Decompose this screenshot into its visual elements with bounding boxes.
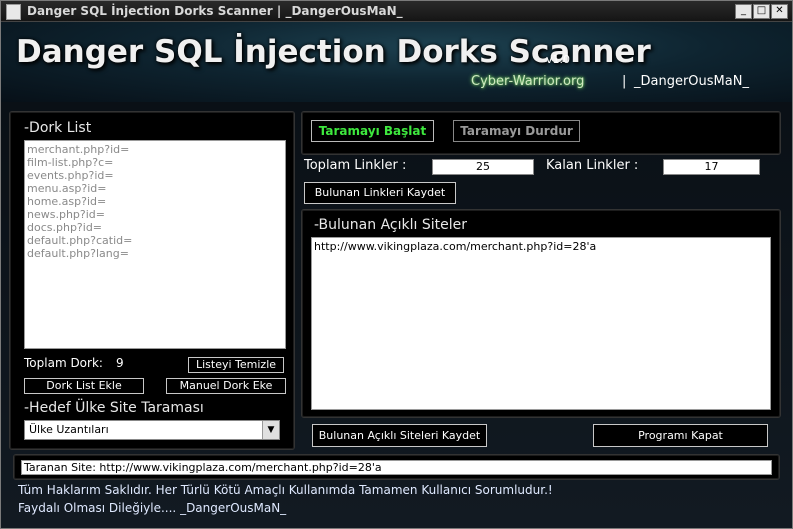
clear-list-button[interactable]: Listeyi Temizle (188, 357, 284, 373)
app-icon (6, 4, 21, 20)
title-bar[interactable]: Danger SQL İnjection Dorks Scanner | _Da… (1, 1, 792, 22)
list-item[interactable]: film-list.php?c= (27, 156, 283, 169)
close-window-button[interactable]: ✕ (771, 4, 788, 19)
app-version: v1.0 (546, 53, 571, 66)
scan-controls-panel: Taramayı Başlat Taramayı Durdur (301, 111, 781, 155)
maximize-button[interactable]: □ (753, 4, 770, 19)
total-links-label: Toplam Linkler : (304, 158, 407, 173)
remaining-links-label: Kalan Linkler : (546, 158, 639, 173)
total-links-field[interactable]: 25 (432, 159, 534, 175)
main-area: -Dork List merchant.php?id= film-list.ph… (1, 102, 792, 528)
remaining-links-field[interactable]: 17 (663, 159, 760, 175)
author-credit: _DangerOusMaN_ (634, 74, 749, 89)
dork-list-add-button[interactable]: Dork List Ekle (24, 378, 144, 394)
close-program-button[interactable]: Programı Kapat (593, 424, 768, 447)
window-controls: _ □ ✕ (735, 4, 788, 19)
header-banner: Danger SQL İnjection Dorks Scanner v1.0 … (1, 22, 792, 102)
vuln-sites-panel: -Bulunan Açıklı Siteler http://www.vikin… (301, 209, 781, 418)
footer-disclaimer: Tüm Haklarım Saklıdır. Her Türlü Kötü Am… (18, 483, 553, 497)
save-vuln-sites-button[interactable]: Bulunan Açıklı Siteleri Kaydet (312, 424, 487, 447)
stop-scan-button[interactable]: Taramayı Durdur (453, 120, 580, 142)
list-item[interactable]: menu.asp?id= (27, 182, 283, 195)
dork-panel: -Dork List merchant.php?id= film-list.ph… (9, 111, 295, 450)
list-item[interactable]: docs.php?id= (27, 221, 283, 234)
country-select[interactable]: Ülke Uzantıları ▼ (24, 420, 280, 440)
dork-list-label: -Dork List (24, 120, 92, 136)
country-scan-label: -Hedef Ülke Site Taraması (24, 400, 204, 416)
total-dork-label: Toplam Dork: (24, 356, 103, 370)
minimize-button[interactable]: _ (735, 4, 752, 19)
country-select-value: Ülke Uzantıları (29, 423, 109, 436)
footer-signature: Faydalı Olması Dileğiyle.... _DangerOusM… (18, 501, 287, 515)
vuln-sites-label: -Bulunan Açıklı Siteler (314, 217, 467, 233)
save-links-button[interactable]: Bulunan Linkleri Kaydet (304, 182, 456, 204)
total-dork-value: 9 (116, 356, 124, 370)
list-item[interactable]: news.php?id= (27, 208, 283, 221)
status-panel: Taranan Site: http://www.vikingplaza.com… (13, 454, 780, 480)
list-item[interactable]: merchant.php?id= (27, 143, 283, 156)
scanned-site-field[interactable]: Taranan Site: http://www.vikingplaza.com… (21, 460, 772, 475)
app-window: Danger SQL İnjection Dorks Scanner | _Da… (0, 0, 793, 529)
chevron-down-icon[interactable]: ▼ (262, 421, 279, 439)
window-title: Danger SQL İnjection Dorks Scanner | _Da… (27, 4, 403, 18)
list-item[interactable]: http://www.vikingplaza.com/merchant.php?… (314, 240, 768, 253)
site-credit: Cyber-Warrior.org (471, 74, 585, 89)
list-item[interactable]: events.php?id= (27, 169, 283, 182)
start-scan-button[interactable]: Taramayı Başlat (311, 120, 434, 142)
dork-listbox[interactable]: merchant.php?id= film-list.php?c= events… (24, 140, 286, 349)
list-item[interactable]: home.asp?id= (27, 195, 283, 208)
manual-dork-add-button[interactable]: Manuel Dork Eke (166, 378, 286, 394)
list-item[interactable]: default.php?lang= (27, 247, 283, 260)
credit-separator: | (622, 74, 627, 89)
list-item[interactable]: default.php?catid= (27, 234, 283, 247)
vuln-sites-listbox[interactable]: http://www.vikingplaza.com/merchant.php?… (311, 237, 771, 410)
